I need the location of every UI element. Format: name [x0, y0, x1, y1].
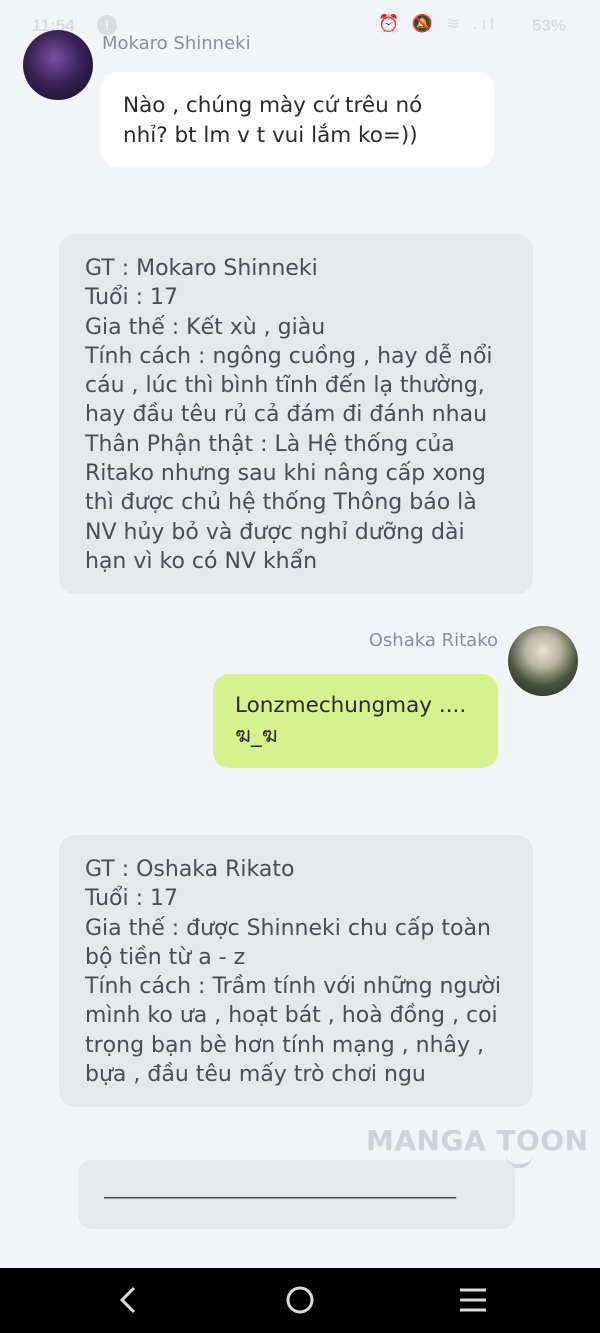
message-bubble: Lonzmechungmay .... ฆ_ฆ [213, 674, 498, 768]
card-line: trọng bạn bè hơn tính mạng , nhây , [85, 1032, 485, 1058]
home-icon [286, 1286, 314, 1314]
navigation-bar [0, 1268, 600, 1333]
card-line: Gia thế : được Shinneki chu cấp toàn [85, 915, 491, 941]
status-icons: ⏰ 🔕 ≋ .ıl [378, 14, 498, 33]
battery-level: 53% [532, 16, 567, 35]
card-line: hạn vì ko có NV khẩn [85, 548, 318, 574]
card-line: Tuổi : 17 [85, 285, 179, 311]
sender-name: Mokaro Shinneki [102, 33, 251, 54]
message-line: ฆ_ฆ [235, 723, 278, 748]
card-line: cáu , lúc thì bình tĩnh đến lạ thường, [85, 373, 485, 399]
home-button[interactable] [276, 1280, 324, 1320]
message-line: nhỉ? bt lm v t vui lắm ko=)) [123, 123, 418, 148]
status-bar: 11:54 ! ⏰ 🔕 ≋ .ıl 53% [0, 0, 600, 52]
card-line: bộ tiền từ a - z [85, 944, 246, 970]
card-line: NV hủy bỏ và được nghỉ dưỡng dài [85, 519, 465, 545]
back-icon [119, 1286, 136, 1314]
card-line: Tuổi : 17 [85, 886, 179, 912]
card-line: Tính cách : Trầm tính với những người [85, 974, 501, 1000]
card-line: thì được chủ hệ thống Thông báo là [85, 490, 477, 516]
menu-icon [460, 1288, 486, 1312]
card-line: GT : Mokaro Shinneki [85, 256, 318, 281]
card-line: Thân Phận thật : Là Hệ thống của [85, 431, 455, 457]
card-line: Tính cách : ngông cuồng , hay dễ nổi [85, 343, 493, 369]
back-button[interactable] [104, 1280, 152, 1320]
blank-line: ________________________________ [104, 1174, 456, 1199]
card-line: bựa , đầu têu mấy trò chơi ngu [85, 1062, 426, 1088]
card-line: Ritako nhưng sau khi nâng cấp xong [85, 461, 486, 487]
mangatoon-watermark: MANGA TOON [366, 1124, 589, 1157]
card-line: GT : Oshaka Rikato [85, 857, 295, 882]
card-line: Gia thế : Kết xù , giàu [85, 314, 326, 340]
menu-button[interactable] [449, 1280, 497, 1320]
text-box: ________________________________ [78, 1160, 515, 1229]
message-bubble: Nào , chúng mày cứ trêu nó nhỉ? bt lm v … [101, 72, 494, 167]
card-line: hay đầu têu rủ cả đám đi đánh nhau [85, 402, 488, 428]
profile-card: GT : Mokaro Shinneki Tuổi : 17 Gia thế :… [59, 234, 533, 594]
message-line: Lonzmechungmay .... [235, 693, 467, 718]
avatar-oshaka[interactable] [508, 626, 578, 696]
card-line: mình ko ưa , hoạt bát , hoà đồng , coi [85, 1003, 498, 1029]
sender-name: Oshaka Ritako [368, 630, 498, 651]
profile-card: GT : Oshaka Rikato Tuổi : 17 Gia thế : đ… [59, 835, 533, 1107]
message-line: Nào , chúng mày cứ trêu nó [123, 93, 423, 118]
avatar-mokaro[interactable] [23, 30, 93, 100]
alert-icon: ! [97, 15, 117, 35]
